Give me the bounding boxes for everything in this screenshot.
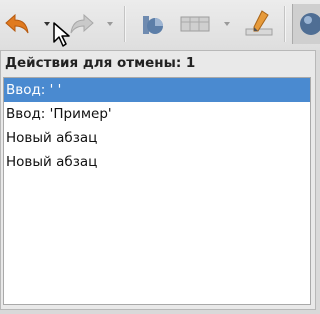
insert-chart-button[interactable] bbox=[136, 6, 170, 42]
toolbar bbox=[0, 0, 320, 50]
mouse-cursor-icon bbox=[53, 22, 70, 47]
redo-dropdown-button[interactable] bbox=[102, 6, 118, 42]
insert-table-button[interactable] bbox=[176, 6, 216, 42]
table-icon bbox=[180, 16, 210, 32]
navigator-button[interactable] bbox=[292, 4, 320, 44]
chevron-down-icon bbox=[44, 22, 50, 26]
toolbar-separator bbox=[124, 6, 126, 42]
chart-icon bbox=[143, 16, 163, 34]
chevron-down-icon[interactable] bbox=[224, 22, 230, 26]
popup-title: Действия для отмены: 1 bbox=[5, 55, 196, 71]
undo-actions-list[interactable]: Ввод: ' ' Ввод: 'Пример' Новый абзац Нов… bbox=[3, 77, 311, 305]
list-item[interactable]: Ввод: 'Пример' bbox=[4, 102, 310, 126]
list-item[interactable]: Новый абзац bbox=[4, 126, 310, 150]
list-item[interactable]: Ввод: ' ' bbox=[4, 78, 310, 102]
undo-button[interactable] bbox=[0, 6, 38, 42]
undo-icon bbox=[5, 13, 29, 34]
undo-actions-popup: Действия для отмены: 1 Ввод: ' ' Ввод: '… bbox=[0, 50, 316, 310]
draw-functions-button[interactable] bbox=[238, 6, 278, 42]
pencil-icon bbox=[245, 10, 273, 36]
list-item[interactable]: Новый абзац bbox=[4, 150, 310, 174]
sphere-icon bbox=[300, 13, 320, 35]
chevron-down-icon bbox=[107, 22, 113, 26]
toolbar-separator bbox=[284, 6, 286, 42]
